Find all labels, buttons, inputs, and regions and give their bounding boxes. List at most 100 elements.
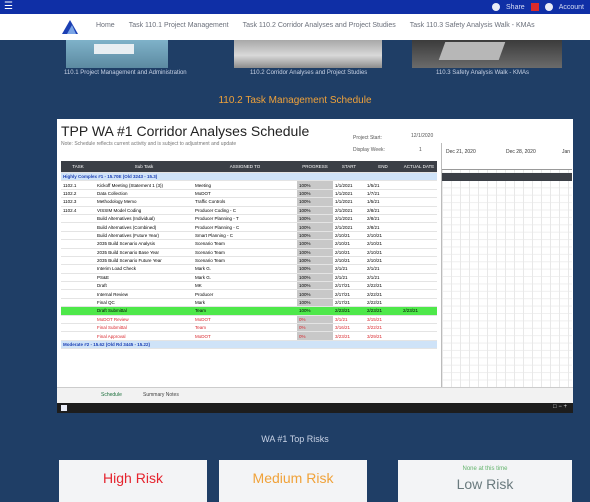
table-cell[interactable]: 2/1/2021 xyxy=(333,214,365,224)
table-cell[interactable]: Build Alternatives (Individual) xyxy=(95,214,193,224)
table-cell[interactable]: 100% xyxy=(297,289,333,299)
table-cell[interactable]: 2/10/21 xyxy=(365,239,401,249)
zoom-controls-icon[interactable]: □ − + xyxy=(553,404,567,410)
table-cell[interactable]: Meeting xyxy=(193,180,297,190)
table-cell[interactable]: 2/1/21 xyxy=(333,264,365,274)
table-cell[interactable]: 0% xyxy=(297,323,333,333)
table-cell[interactable]: Scenario Team xyxy=(193,248,297,257)
table-cell[interactable]: 2/10/21 xyxy=(365,256,401,266)
table-cell[interactable]: Mark G. xyxy=(193,273,297,283)
table-cell[interactable]: 100% xyxy=(297,264,333,274)
table-cell[interactable]: 100% xyxy=(297,206,333,215)
table-cell[interactable]: Producer Planning - C xyxy=(193,222,297,232)
table-cell[interactable] xyxy=(401,323,437,333)
nav-task-110-2[interactable]: Task 110.2 Corridor Analyses and Project… xyxy=(243,22,396,29)
share-label[interactable]: Share xyxy=(506,4,525,11)
table-cell[interactable]: MoDOT xyxy=(193,189,297,199)
table-cell[interactable] xyxy=(401,331,437,341)
table-cell[interactable] xyxy=(61,264,95,274)
table-cell[interactable]: 100% xyxy=(297,231,333,241)
table-cell[interactable]: 3/22/21 xyxy=(365,323,401,333)
table-row[interactable]: MoDOT Review MoDOT 0% 3/1/21 3/15/21 xyxy=(61,315,437,325)
table-cell[interactable]: 2/1/2021 xyxy=(333,206,365,215)
table-cell[interactable] xyxy=(61,214,95,224)
table-row[interactable]: Final Approval MoDOT 0% 3/23/21 3/29/21 xyxy=(61,331,437,341)
excel-icon[interactable] xyxy=(61,405,67,411)
table-row[interactable]: Final Submittal Team 0% 3/16/21 3/22/21 xyxy=(61,323,437,333)
table-cell[interactable]: 2/17/21 xyxy=(333,281,365,291)
table-cell[interactable] xyxy=(401,256,437,266)
table-row[interactable]: Build Alternatives (Individual) Producer … xyxy=(61,214,437,224)
table-cell[interactable]: 1102.1 xyxy=(61,180,95,190)
table-cell[interactable]: 2/8/21 xyxy=(365,222,401,232)
table-cell[interactable]: 2/10/21 xyxy=(365,231,401,241)
table-cell[interactable] xyxy=(61,331,95,341)
tab-summary-notes[interactable]: Summary Notes xyxy=(143,392,179,398)
table-cell[interactable]: 100% xyxy=(297,273,333,283)
table-cell[interactable]: Producer Planning - T xyxy=(193,214,297,224)
table-cell[interactable]: Team xyxy=(193,306,297,316)
table-cell[interactable] xyxy=(401,289,437,299)
group-heading-cell[interactable]: Highly Complex #1 - 15.70E (Old 3243 - 1… xyxy=(61,172,437,182)
table-cell[interactable]: 2035 Build Scenario Analysis xyxy=(95,239,193,249)
card-label-project-management[interactable]: 110.1 Project Management and Administrat… xyxy=(64,70,187,76)
table-cell[interactable]: Final QC xyxy=(95,298,193,308)
table-cell[interactable] xyxy=(61,248,95,257)
table-cell[interactable] xyxy=(401,281,437,291)
site-logo-icon[interactable] xyxy=(60,18,80,36)
table-cell[interactable]: 1102.2 xyxy=(61,189,95,199)
table-cell[interactable]: 2/10/21 xyxy=(333,231,365,241)
table-cell[interactable]: Build Alternatives (Future Year) xyxy=(95,231,193,241)
tab-schedule[interactable]: Schedule xyxy=(101,392,122,398)
table-cell[interactable]: 3/15/21 xyxy=(365,315,401,325)
table-cell[interactable]: 1/1/2021 xyxy=(333,180,365,190)
table-cell[interactable]: 2/8/21 xyxy=(365,214,401,224)
table-cell[interactable]: MoDOT xyxy=(193,331,297,341)
card-image-project-management[interactable] xyxy=(66,40,168,68)
table-cell[interactable]: 1102.3 xyxy=(61,197,95,207)
table-cell[interactable]: 3/29/21 xyxy=(365,331,401,341)
table-cell[interactable] xyxy=(401,197,437,207)
table-cell[interactable]: Producer Coding - C xyxy=(193,206,297,215)
table-cell[interactable]: 100% xyxy=(297,281,333,291)
table-cell[interactable]: Draft Submittal xyxy=(95,306,193,316)
table-cell[interactable]: 2/17/21 xyxy=(333,298,365,308)
table-cell[interactable] xyxy=(61,273,95,283)
table-cell[interactable] xyxy=(401,214,437,224)
card-label-safety-analysis[interactable]: 110.3 Safety Analysis Walk - KMAs xyxy=(436,70,529,76)
table-row[interactable]: Moderate #2 - 15.62 (Old Rd 3445 - 15.22… xyxy=(61,340,437,350)
table-row[interactable]: Build Alternatives (Future Year) Smart Pl… xyxy=(61,231,437,241)
table-cell[interactable]: 3/1/21 xyxy=(333,315,365,325)
table-cell[interactable] xyxy=(61,239,95,249)
table-row[interactable]: Draft MK 100% 2/17/21 2/22/21 xyxy=(61,281,437,291)
nav-home[interactable]: Home xyxy=(96,22,115,29)
table-row[interactable]: 2035 Build Scenario Analysis Scenario Tea… xyxy=(61,239,437,249)
table-row[interactable]: 2035 Build Scenario Base Year Scenario Te… xyxy=(61,248,437,257)
table-cell[interactable]: 2/23/21 xyxy=(333,306,365,316)
hamburger-menu-icon[interactable]: ☰ xyxy=(4,2,15,12)
table-cell[interactable]: 2/10/21 xyxy=(333,239,365,249)
table-cell[interactable]: Build Alternatives (Combined) xyxy=(95,222,193,232)
table-cell[interactable] xyxy=(61,231,95,241)
table-row[interactable]: PS&E Mark G. 100% 2/1/21 2/1/21 xyxy=(61,273,437,283)
table-row[interactable]: Highly Complex #1 - 15.70E (Old 3243 - 1… xyxy=(61,172,437,182)
table-cell[interactable] xyxy=(401,273,437,283)
table-row[interactable]: 1102.2 Data Collection MoDOT 100% 1/1/2021 1/… xyxy=(61,189,437,199)
table-cell[interactable]: Producer xyxy=(193,289,297,299)
table-row[interactable]: Final QC Mark 100% 2/17/21 2/22/21 xyxy=(61,298,437,308)
table-cell[interactable] xyxy=(61,222,95,232)
table-row[interactable]: Internal Review Producer 100% 2/17/21 2/22/2… xyxy=(61,289,437,299)
table-cell[interactable]: 100% xyxy=(297,256,333,266)
table-cell[interactable]: 2035 Build Scenario Base Year xyxy=(95,248,193,257)
notification-icon[interactable] xyxy=(530,3,539,11)
table-cell[interactable]: 100% xyxy=(297,248,333,257)
table-cell[interactable]: 2/22/21 xyxy=(365,289,401,299)
table-cell[interactable]: 1/1/2021 xyxy=(333,197,365,207)
account-label[interactable]: Account xyxy=(559,4,584,11)
card-image-corridor-analyses[interactable] xyxy=(234,40,382,68)
nav-task-110-3[interactable]: Task 110.3 Safety Analysis Walk - KMAs xyxy=(410,22,535,29)
table-cell[interactable]: 2/10/21 xyxy=(333,248,365,257)
table-cell[interactable]: 2/10/21 xyxy=(365,248,401,257)
table-cell[interactable]: 2/1/21 xyxy=(365,273,401,283)
table-cell[interactable]: 100% xyxy=(297,298,333,308)
